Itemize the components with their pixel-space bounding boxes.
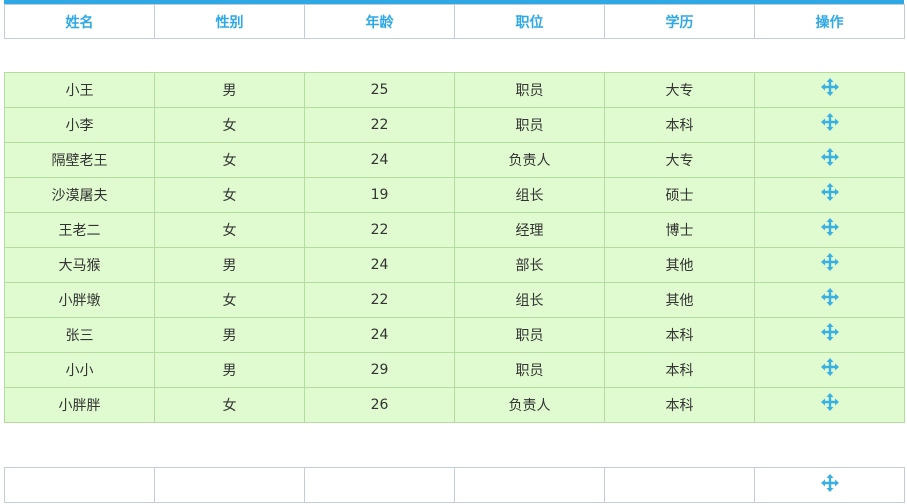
cell-age: 24 <box>304 142 455 178</box>
cell-name: 王老二 <box>4 212 155 248</box>
move-icon[interactable] <box>820 253 839 271</box>
cell-age: 22 <box>304 282 455 318</box>
move-icon[interactable] <box>820 358 839 376</box>
table-row[interactable]: 大马猴男 24 部长 其他 <box>4 247 905 283</box>
cell-action <box>754 247 905 283</box>
cell-gender: 男 <box>154 317 305 353</box>
cell-name: 小李 <box>4 107 155 143</box>
column-header-age[interactable]: 年龄 <box>304 4 455 39</box>
cell-position: 部长 <box>454 247 605 283</box>
table-row[interactable]: 小胖墩女 22 组长 其他 <box>4 282 905 318</box>
move-icon[interactable] <box>820 323 839 341</box>
cell-action <box>754 317 905 353</box>
table-row[interactable]: 小胖胖女 26 负责人 本科 <box>4 387 905 423</box>
cell-gender: 男 <box>154 72 305 108</box>
cell-education: 其他 <box>604 247 755 283</box>
table-header: 姓名 性别 年龄 职位 学历 操作 <box>4 4 905 39</box>
cell-education: 本科 <box>604 107 755 143</box>
move-icon[interactable] <box>820 148 839 166</box>
cell-age: 24 <box>304 247 455 283</box>
cell-education: 硕士 <box>604 177 755 213</box>
cell-age: 26 <box>304 387 455 423</box>
cell-position: 职员 <box>454 352 605 388</box>
table-body: 小王男 25 职员 大专 小李女 22 职员 本科 隔壁老王女 24 负责人 大专 沙漠屠夫女 19 组长硕… <box>4 72 905 423</box>
cell-education: 本科 <box>604 352 755 388</box>
cell-action <box>754 282 905 318</box>
cell-gender: 女 <box>154 177 305 213</box>
column-header-education[interactable]: 学历 <box>604 4 755 39</box>
cell-position: 负责人 <box>454 142 605 178</box>
column-header-action: 操作 <box>754 4 905 39</box>
cell-position: 职员 <box>454 107 605 143</box>
cell-action <box>754 387 905 423</box>
cell-position: 负责人 <box>454 387 605 423</box>
footer-cell-name <box>4 467 155 503</box>
footer-cell-position <box>454 467 605 503</box>
move-icon[interactable] <box>820 78 839 96</box>
cell-gender: 男 <box>154 247 305 283</box>
cell-action <box>754 352 905 388</box>
cell-age: 22 <box>304 107 455 143</box>
cell-action <box>754 177 905 213</box>
cell-education: 博士 <box>604 212 755 248</box>
table-row[interactable]: 沙漠屠夫女 19 组长 硕士 <box>4 177 905 213</box>
move-icon[interactable] <box>820 393 839 411</box>
cell-name: 小王 <box>4 72 155 108</box>
cell-name: 沙漠屠夫 <box>4 177 155 213</box>
table-row[interactable]: 小小男 29 职员 本科 <box>4 352 905 388</box>
cell-position: 组长 <box>454 282 605 318</box>
table-footer-row <box>4 467 905 503</box>
footer-cell-action <box>754 467 905 503</box>
move-icon[interactable] <box>820 474 839 492</box>
cell-gender: 女 <box>154 212 305 248</box>
footer-cell-gender <box>154 467 305 503</box>
header-row: 姓名 性别 年龄 职位 学历 操作 <box>4 4 905 39</box>
cell-education: 本科 <box>604 317 755 353</box>
cell-position: 职员 <box>454 72 605 108</box>
move-icon[interactable] <box>820 113 839 131</box>
footer-cell-education <box>604 467 755 503</box>
cell-name: 大马猴 <box>4 247 155 283</box>
cell-action <box>754 107 905 143</box>
cell-position: 职员 <box>454 317 605 353</box>
table-row[interactable]: 小李女 22 职员 本科 <box>4 107 905 143</box>
footer-cell-age <box>304 467 455 503</box>
cell-gender: 男 <box>154 352 305 388</box>
cell-gender: 女 <box>154 387 305 423</box>
cell-age: 29 <box>304 352 455 388</box>
column-header-position[interactable]: 职位 <box>454 4 605 39</box>
column-header-name[interactable]: 姓名 <box>4 4 155 39</box>
cell-name: 小胖胖 <box>4 387 155 423</box>
cell-gender: 女 <box>154 282 305 318</box>
cell-position: 经理 <box>454 212 605 248</box>
cell-gender: 女 <box>154 142 305 178</box>
cell-education: 其他 <box>604 282 755 318</box>
cell-name: 小小 <box>4 352 155 388</box>
move-icon[interactable] <box>820 288 839 306</box>
cell-name: 张三 <box>4 317 155 353</box>
cell-education: 本科 <box>604 387 755 423</box>
move-icon[interactable] <box>820 218 839 236</box>
cell-age: 19 <box>304 177 455 213</box>
table-row[interactable]: 小王男 25 职员 大专 <box>4 72 905 108</box>
cell-age: 25 <box>304 72 455 108</box>
cell-education: 大专 <box>604 72 755 108</box>
cell-action <box>754 142 905 178</box>
cell-action <box>754 212 905 248</box>
cell-age: 24 <box>304 317 455 353</box>
footer-row <box>4 467 905 503</box>
cell-name: 小胖墩 <box>4 282 155 318</box>
cell-education: 大专 <box>604 142 755 178</box>
move-icon[interactable] <box>820 183 839 201</box>
table-row[interactable]: 王老二女 22 经理 博士 <box>4 212 905 248</box>
cell-position: 组长 <box>454 177 605 213</box>
cell-name: 隔壁老王 <box>4 142 155 178</box>
cell-age: 22 <box>304 212 455 248</box>
cell-gender: 女 <box>154 107 305 143</box>
cell-action <box>754 72 905 108</box>
table-row[interactable]: 隔壁老王女 24 负责人 大专 <box>4 142 905 178</box>
column-header-gender[interactable]: 性别 <box>154 4 305 39</box>
table-row[interactable]: 张三男 24 职员 本科 <box>4 317 905 353</box>
